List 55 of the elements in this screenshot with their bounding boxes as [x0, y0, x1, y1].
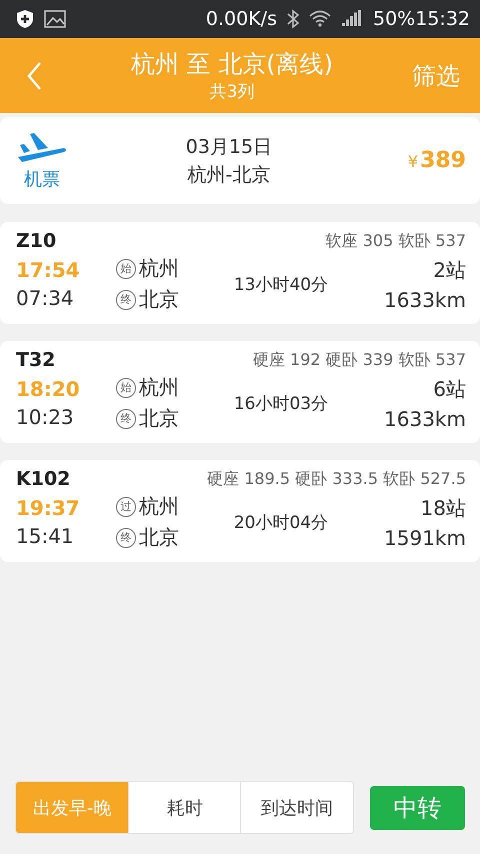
- departure-time: 18:20: [16, 377, 81, 401]
- arrival-time: 15:41: [16, 524, 75, 548]
- train-card[interactable]: Z10 软座 305 软卧 537 17:54 07:34 始 杭州 终 北京 13小时40分 2站 1633km: [0, 222, 480, 324]
- flight-date: 03月15日: [186, 134, 272, 160]
- flight-price: 389: [420, 148, 466, 173]
- station-name: 北京: [139, 524, 179, 551]
- station-name: 北京: [139, 405, 179, 432]
- clock: 15:32: [415, 8, 470, 30]
- distance: 1633km: [384, 406, 466, 430]
- image-icon: [44, 10, 66, 28]
- train-count: 共3列: [210, 81, 254, 103]
- airplane-icon: [16, 130, 68, 162]
- station-badge: 终: [116, 408, 136, 428]
- station-badge: 终: [116, 290, 136, 310]
- currency-symbol: ¥: [408, 152, 418, 171]
- sort-tab[interactable]: 耗时: [128, 782, 240, 833]
- train-number: K102: [16, 468, 70, 490]
- wifi-icon: [309, 10, 331, 28]
- network-speed: 0.00K/s: [206, 8, 277, 30]
- train-card[interactable]: T32 硬座 192 硬卧 339 软卧 537 18:20 10:23 始 杭州 终 北京 16小时03分 6站 1633km: [0, 341, 480, 443]
- distance: 1591km: [384, 526, 466, 550]
- distance: 1633km: [384, 288, 466, 312]
- seat-prices: 软座 305 软卧 537: [326, 230, 466, 252]
- station-badge: 终: [116, 528, 136, 548]
- sort-tab[interactable]: 到达时间: [240, 782, 353, 833]
- seat-prices: 硬座 192 硬卧 339 软卧 537: [252, 350, 466, 370]
- departure-time: 19:37: [16, 496, 81, 520]
- stop-count: 2站: [433, 256, 466, 284]
- departure-time: 17:54: [16, 258, 81, 282]
- station-badge: 过: [116, 496, 136, 516]
- station-name: 杭州: [139, 255, 179, 282]
- arrival-time: 10:23: [16, 405, 75, 429]
- train-number: Z10: [16, 230, 56, 252]
- stop-count: 18站: [420, 494, 466, 522]
- station-name: 杭州: [139, 493, 179, 520]
- station-badge: 始: [116, 258, 136, 278]
- signal-icon: [341, 10, 363, 28]
- train-card[interactable]: K102 硬座 189.5 硬卧 333.5 软卧 527.5 19:37 15:41 过 杭州 终 北京 20小时04分 18站 1591km: [0, 460, 480, 562]
- shield-icon: [16, 9, 34, 29]
- seat-prices: 硬座 189.5 硬卧 333.5 软卧 527.5: [207, 468, 466, 490]
- train-number: T32: [16, 349, 56, 371]
- station-badge: 始: [116, 378, 136, 398]
- flight-label: 机票: [24, 168, 60, 190]
- travel-duration: 20小时04分: [232, 512, 330, 534]
- station-name: 杭州: [139, 374, 179, 401]
- stop-count: 6站: [433, 376, 466, 402]
- bluetooth-icon: [287, 9, 299, 29]
- flight-route: 杭州-北京: [188, 162, 270, 188]
- travel-duration: 16小时03分: [232, 392, 330, 414]
- station-name: 北京: [139, 286, 179, 313]
- travel-duration: 13小时40分: [232, 274, 330, 296]
- flight-card[interactable]: 机票 03月15日 杭州-北京 ¥389: [0, 117, 480, 204]
- arrival-time: 07:34: [16, 286, 75, 310]
- page-title: 杭州 至 北京(离线): [131, 49, 333, 80]
- battery-level: 50%: [373, 8, 416, 30]
